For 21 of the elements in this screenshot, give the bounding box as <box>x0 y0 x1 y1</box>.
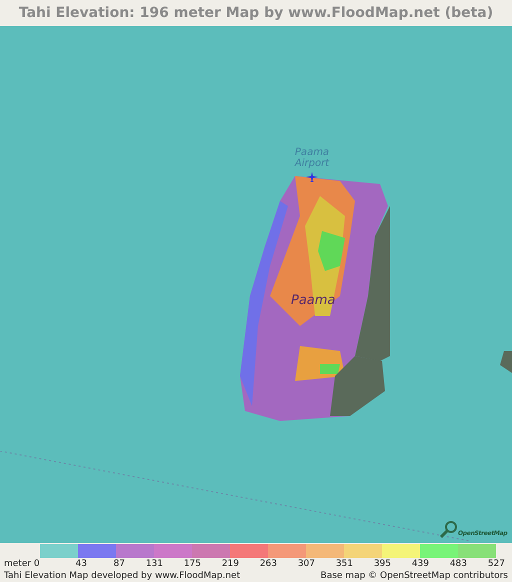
legend-tick-label: 175 <box>184 558 201 570</box>
airplane-icon <box>306 172 318 182</box>
legend-tick-label: 395 <box>374 558 391 570</box>
legend-tick-label: 87 <box>114 558 125 570</box>
legend-tick-label: 131 <box>146 558 163 570</box>
attribution-text: Base map © OpenStreetMap contributors <box>320 570 508 582</box>
credit-text: Tahi Elevation Map developed by www.FloodMap.net <box>4 570 240 582</box>
legend-tick-label: 263 <box>260 558 277 570</box>
legend-tick-label: 527 <box>488 558 505 570</box>
legend-tick-label: 307 <box>298 558 315 570</box>
legend-tick-label: 351 <box>336 558 353 570</box>
legend-tick-label: 483 <box>450 558 467 570</box>
legend-tick-label: 43 <box>76 558 87 570</box>
legend-tick-label: meter 0 <box>4 558 40 570</box>
island-label: Paama <box>291 292 336 310</box>
map-title: Tahi Elevation: 196 meter Map by www.FloodMap.net (beta) <box>18 4 494 22</box>
legend-tick-label: 219 <box>222 558 239 570</box>
legend-tick-label: 439 <box>412 558 429 570</box>
island-edge-drawing <box>500 351 512 373</box>
magnifier-icon <box>440 520 458 538</box>
airport-label: Paama Airport <box>294 147 330 169</box>
